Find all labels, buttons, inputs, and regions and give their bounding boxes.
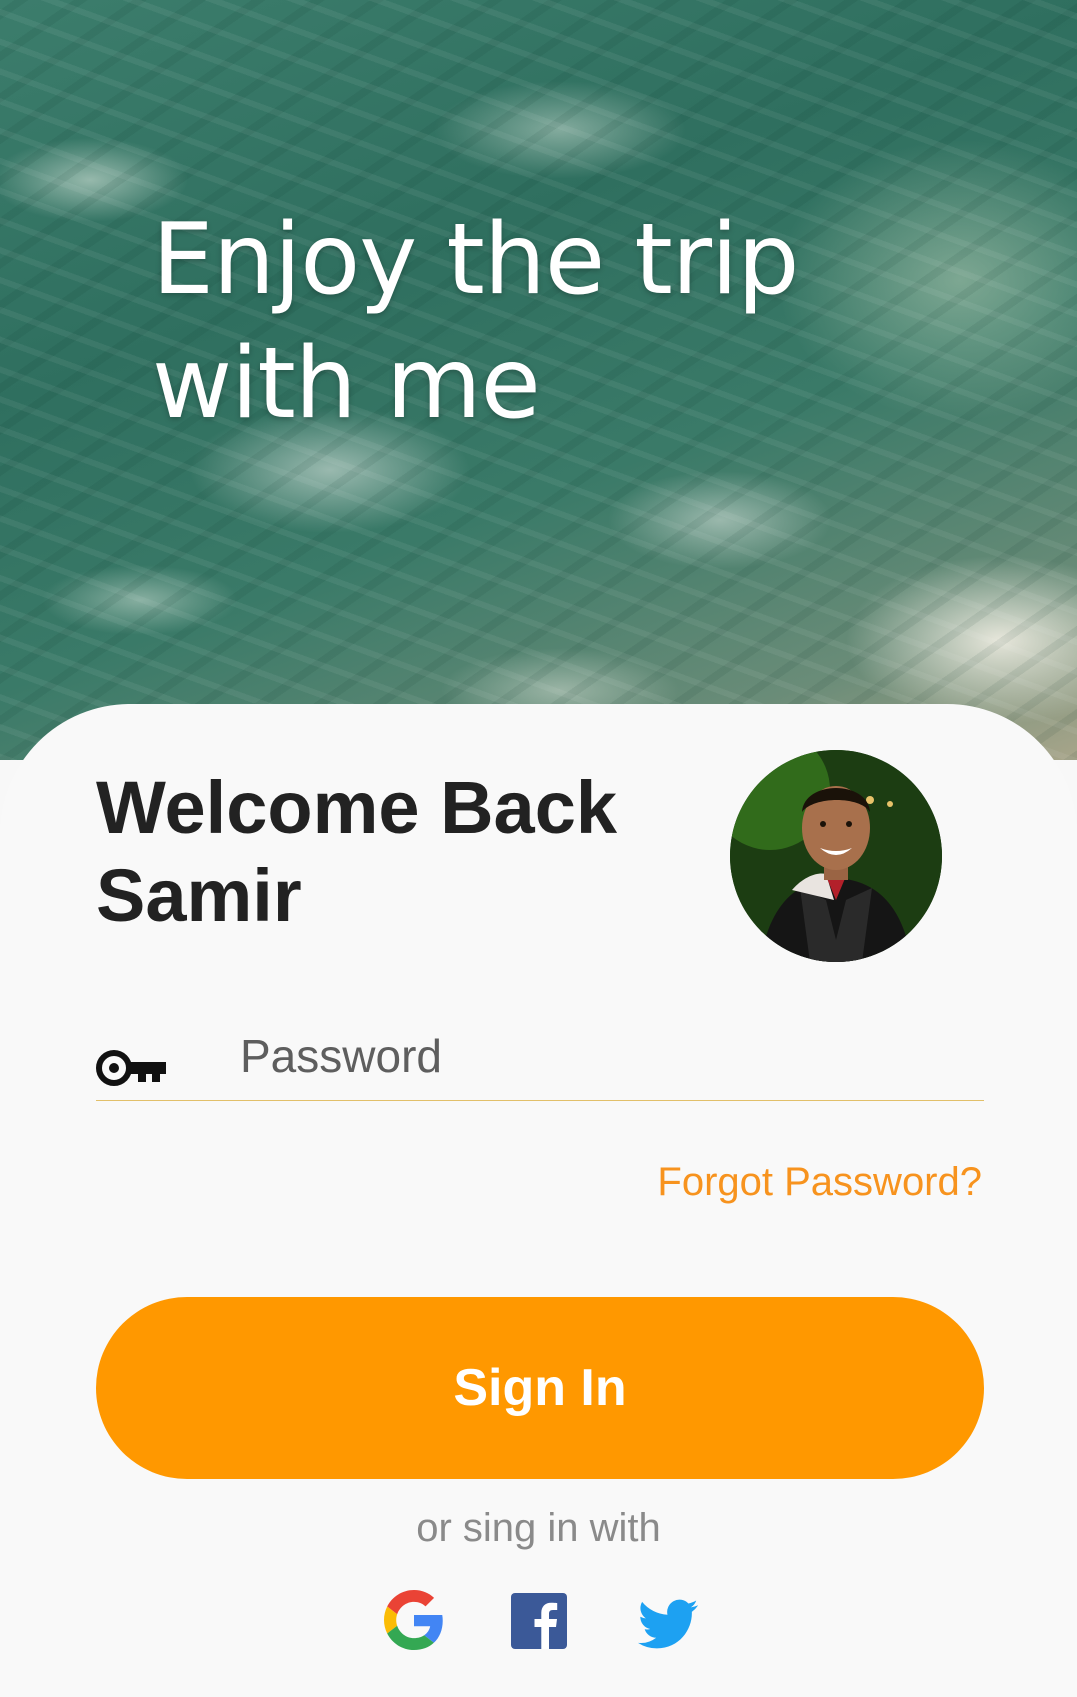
social-login-row — [384, 1590, 698, 1656]
google-icon[interactable] — [384, 1590, 444, 1650]
login-card: Welcome Back Samir Forgot Password? Sign… — [0, 704, 1077, 1697]
password-input[interactable] — [240, 1026, 940, 1086]
welcome-heading: Welcome Back Samir — [96, 764, 656, 940]
hero-title: Enjoy the trip with me — [152, 198, 912, 446]
welcome-user-name: Samir — [96, 854, 302, 937]
twitter-icon[interactable] — [638, 1594, 698, 1654]
hero-title-line-1: Enjoy the trip — [152, 203, 799, 317]
key-icon — [96, 1050, 166, 1086]
avatar-photo — [730, 750, 942, 962]
hero-title-line-2: with me — [152, 327, 541, 441]
avatar — [730, 750, 942, 962]
alt-sign-in-label: or sing in with — [416, 1506, 661, 1550]
facebook-icon[interactable] — [511, 1593, 567, 1649]
sign-in-button[interactable]: Sign In — [96, 1297, 984, 1479]
password-field — [96, 1014, 984, 1101]
forgot-password-link[interactable]: Forgot Password? — [657, 1160, 982, 1205]
welcome-line-1: Welcome Back — [96, 766, 617, 849]
hero-background: Enjoy the trip with me — [0, 0, 1077, 760]
